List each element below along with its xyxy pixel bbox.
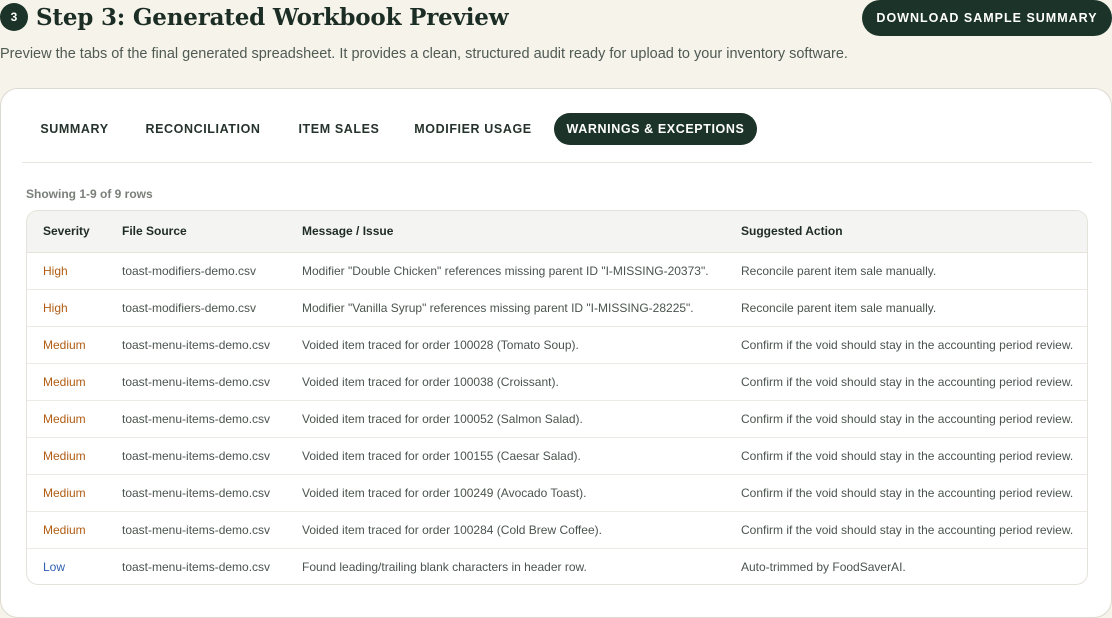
column-header-suggested-action[interactable]: Suggested Action xyxy=(725,211,1087,253)
message-cell: Modifier "Vanilla Syrup" references miss… xyxy=(302,300,694,315)
table-row: Medium toast-menu-items-demo.csv Voided … xyxy=(27,511,1087,548)
file-source-cell: toast-menu-items-demo.csv xyxy=(122,374,271,389)
severity-cell: Low xyxy=(43,559,66,574)
table-header-row: Severity File Source Message / Issue Sug… xyxy=(27,211,1087,253)
suggested-action-cell: Reconcile parent item sale manually. xyxy=(741,263,937,278)
suggested-action-cell: Confirm if the void should stay in the a… xyxy=(741,485,1074,500)
table-row: Medium toast-menu-items-demo.csv Voided … xyxy=(27,474,1087,511)
suggested-action-cell: Confirm if the void should stay in the a… xyxy=(741,522,1074,537)
severity-cell: Medium xyxy=(43,374,86,389)
column-header-file-source[interactable]: File Source xyxy=(106,211,286,253)
exceptions-table: Severity File Source Message / Issue Sug… xyxy=(26,210,1088,585)
message-cell: Voided item traced for order 100284 (Col… xyxy=(302,522,602,537)
suggested-action-cell: Confirm if the void should stay in the a… xyxy=(741,374,1074,389)
table-row: Low toast-menu-items-demo.csv Found lead… xyxy=(27,548,1087,584)
column-header-severity[interactable]: Severity xyxy=(27,211,106,253)
severity-cell: Medium xyxy=(43,337,86,352)
tab-reconciliation[interactable]: RECONCILIATION xyxy=(134,113,272,145)
file-source-cell: toast-modifiers-demo.csv xyxy=(122,263,257,278)
message-cell: Voided item traced for order 100052 (Sal… xyxy=(302,411,583,426)
file-source-cell: toast-menu-items-demo.csv xyxy=(122,337,271,352)
header: 3 Step 3: Generated Workbook Preview DOW… xyxy=(0,0,1112,40)
file-source-cell: toast-menu-items-demo.csv xyxy=(122,448,271,463)
download-sample-summary-button[interactable]: DOWNLOAD SAMPLE SUMMARY xyxy=(862,0,1112,36)
table-row: Medium toast-menu-items-demo.csv Voided … xyxy=(27,326,1087,363)
page-title: Step 3: Generated Workbook Preview xyxy=(36,4,509,31)
page-subtitle: Preview the tabs of the final generated … xyxy=(0,46,848,62)
message-cell: Found leading/trailing blank characters … xyxy=(302,559,587,574)
message-cell: Voided item traced for order 100155 (Cae… xyxy=(302,448,581,463)
rows-count: Showing 1-9 of 9 rows xyxy=(26,187,153,201)
suggested-action-cell: Auto-trimmed by FoodSaverAI. xyxy=(741,559,906,574)
suggested-action-cell: Reconcile parent item sale manually. xyxy=(741,300,937,315)
table-row: High toast-modifiers-demo.csv Modifier "… xyxy=(27,252,1087,289)
suggested-action-cell: Confirm if the void should stay in the a… xyxy=(741,337,1074,352)
suggested-action-cell: Confirm if the void should stay in the a… xyxy=(741,448,1074,463)
table-row: Medium toast-menu-items-demo.csv Voided … xyxy=(27,363,1087,400)
message-cell: Voided item traced for order 100028 (Tom… xyxy=(302,337,579,352)
file-source-cell: toast-modifiers-demo.csv xyxy=(122,300,257,315)
severity-cell: Medium xyxy=(43,522,86,537)
severity-cell: Medium xyxy=(43,485,86,500)
severity-cell: Medium xyxy=(43,411,86,426)
severity-cell: High xyxy=(43,263,68,278)
workbook-tabs: SUMMARY RECONCILIATION ITEM SALES MODIFI… xyxy=(22,113,1092,163)
tab-modifier-usage[interactable]: MODIFIER USAGE xyxy=(404,113,542,145)
step-badge: 3 xyxy=(0,3,28,31)
table-row: Medium toast-menu-items-demo.csv Voided … xyxy=(27,437,1087,474)
column-header-message[interactable]: Message / Issue xyxy=(286,211,725,253)
file-source-cell: toast-menu-items-demo.csv xyxy=(122,522,271,537)
message-cell: Voided item traced for order 100249 (Avo… xyxy=(302,485,587,500)
table-row: Medium toast-menu-items-demo.csv Voided … xyxy=(27,400,1087,437)
tab-summary[interactable]: SUMMARY xyxy=(22,113,127,145)
tab-warnings-exceptions[interactable]: WARNINGS & EXCEPTIONS xyxy=(554,113,757,145)
message-cell: Voided item traced for order 100038 (Cro… xyxy=(302,374,559,389)
message-cell: Modifier "Double Chicken" references mis… xyxy=(302,263,709,278)
suggested-action-cell: Confirm if the void should stay in the a… xyxy=(741,411,1074,426)
file-source-cell: toast-menu-items-demo.csv xyxy=(122,411,271,426)
tab-item-sales[interactable]: ITEM SALES xyxy=(284,113,394,145)
severity-cell: Medium xyxy=(43,448,86,463)
workbook-preview-card: SUMMARY RECONCILIATION ITEM SALES MODIFI… xyxy=(0,88,1112,618)
table-row: High toast-modifiers-demo.csv Modifier "… xyxy=(27,289,1087,326)
severity-cell: High xyxy=(43,300,68,315)
file-source-cell: toast-menu-items-demo.csv xyxy=(122,485,271,500)
file-source-cell: toast-menu-items-demo.csv xyxy=(122,559,271,574)
